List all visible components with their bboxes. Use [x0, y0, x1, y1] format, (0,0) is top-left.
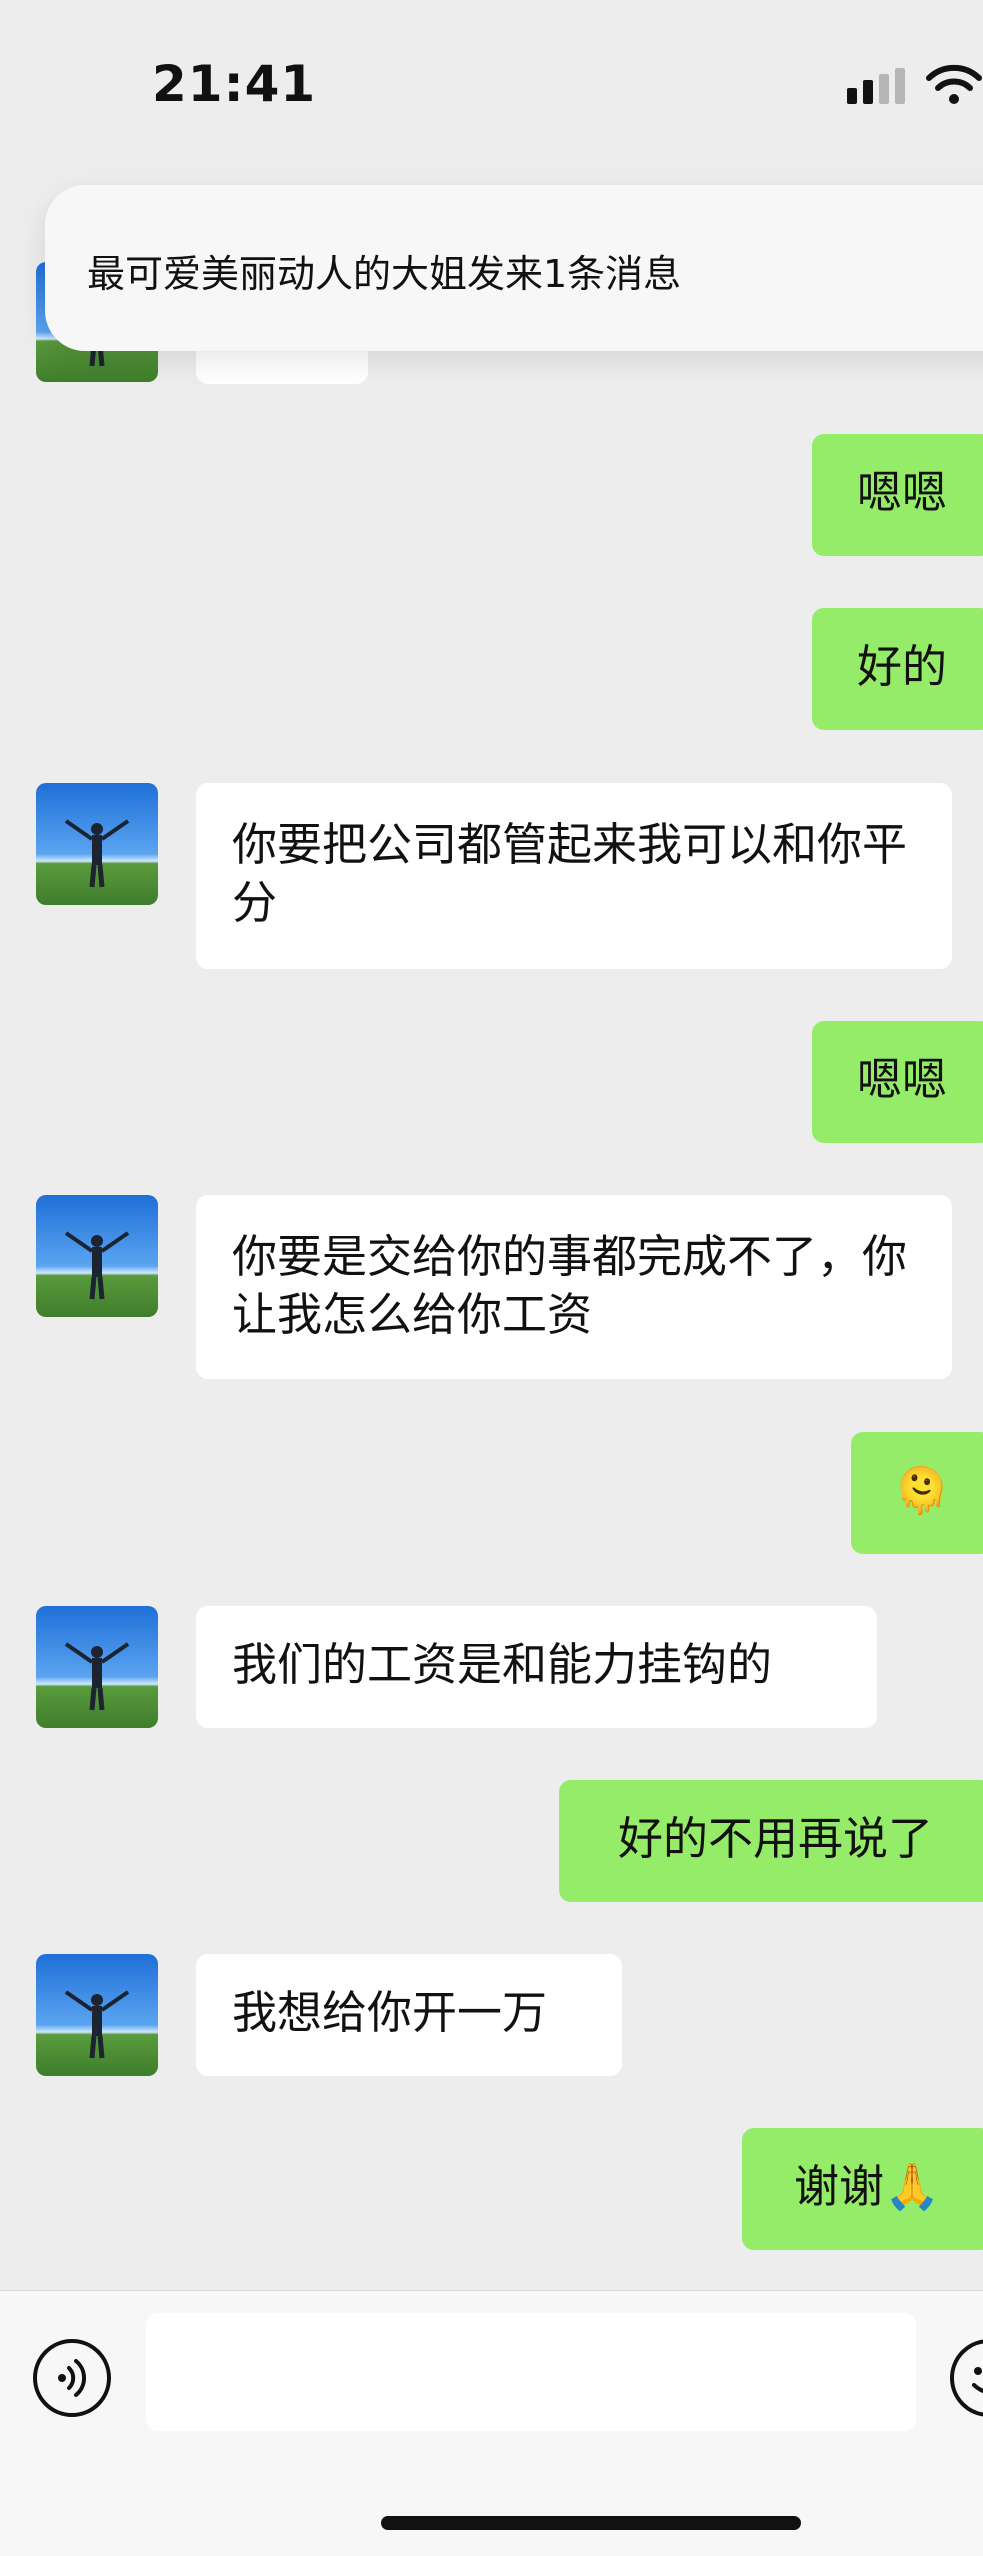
person-arms-raised-icon — [64, 819, 130, 888]
notification-banner[interactable]: 最可爱美丽动人的大姐发来1条消息 — [45, 185, 983, 351]
voice-input-button[interactable] — [33, 2339, 111, 2417]
person-arms-raised-icon — [64, 1231, 130, 1300]
message-bubble-outgoing[interactable]: 谢谢🙏 — [742, 2128, 983, 2250]
person-arms-raised-icon — [64, 1990, 130, 2059]
message-text: 我想给你开一万 — [232, 1986, 548, 2039]
message-input[interactable] — [146, 2313, 916, 2431]
contact-avatar[interactable] — [36, 1195, 158, 1317]
message-bubble-outgoing[interactable]: 🫠 — [851, 1432, 983, 1554]
cellular-signal-icon — [847, 68, 905, 104]
message-text: 嗯嗯 — [856, 1053, 947, 1106]
voice-input-icon — [58, 2359, 87, 2397]
home-indicator — [381, 2516, 801, 2530]
message-bubble-incoming[interactable]: 我们的工资是和能力挂钩的 — [196, 1606, 877, 1728]
message-text: 好的不用再说了 — [617, 1812, 933, 1865]
message-bubble-incoming[interactable]: 我想给你开一万 — [196, 1954, 622, 2076]
message-text: 好的 — [856, 640, 947, 693]
message-text: 你要是交给你的事都完成不了，你让我怎么给你工资 — [232, 1230, 908, 1341]
status-time: 21:41 — [152, 55, 317, 113]
contact-avatar[interactable] — [36, 1954, 158, 2076]
message-text: 嗯嗯 — [856, 466, 947, 519]
emoji-icon — [972, 2367, 983, 2393]
message-bubble-incoming[interactable]: 你要是交给你的事都完成不了，你让我怎么给你工资 — [196, 1195, 952, 1379]
message-bubble-incoming[interactable]: 你要把公司都管起来我可以和你平分 — [196, 783, 952, 969]
wifi-icon — [926, 64, 982, 104]
status-bar: 21:41 — [0, 0, 983, 170]
message-bubble-outgoing[interactable]: 好的不用再说了 — [559, 1780, 983, 1902]
message-bubble-outgoing[interactable]: 嗯嗯 — [812, 434, 983, 556]
emoji-button[interactable] — [950, 2339, 983, 2417]
input-bar — [0, 2290, 983, 2556]
contact-avatar[interactable] — [36, 1606, 158, 1728]
chat-screen: 嗯嗯 好的 你要把公司都管起来我可以和你平分 嗯嗯 你要是交给你的事都完成不了，… — [0, 0, 983, 2556]
notification-text: 最可爱美丽动人的大姐发来1条消息 — [87, 252, 682, 296]
message-text: 我们的工资是和能力挂钩的 — [232, 1638, 773, 1691]
message-text: 🫠 — [893, 1464, 950, 1517]
message-bubble-outgoing[interactable]: 好的 — [812, 608, 983, 730]
message-text: 谢谢🙏 — [793, 2160, 941, 2213]
person-arms-raised-icon — [64, 1642, 130, 1711]
message-text: 你要把公司都管起来我可以和你平分 — [232, 818, 908, 929]
message-bubble-outgoing[interactable]: 嗯嗯 — [812, 1021, 983, 1143]
contact-avatar[interactable] — [36, 783, 158, 905]
